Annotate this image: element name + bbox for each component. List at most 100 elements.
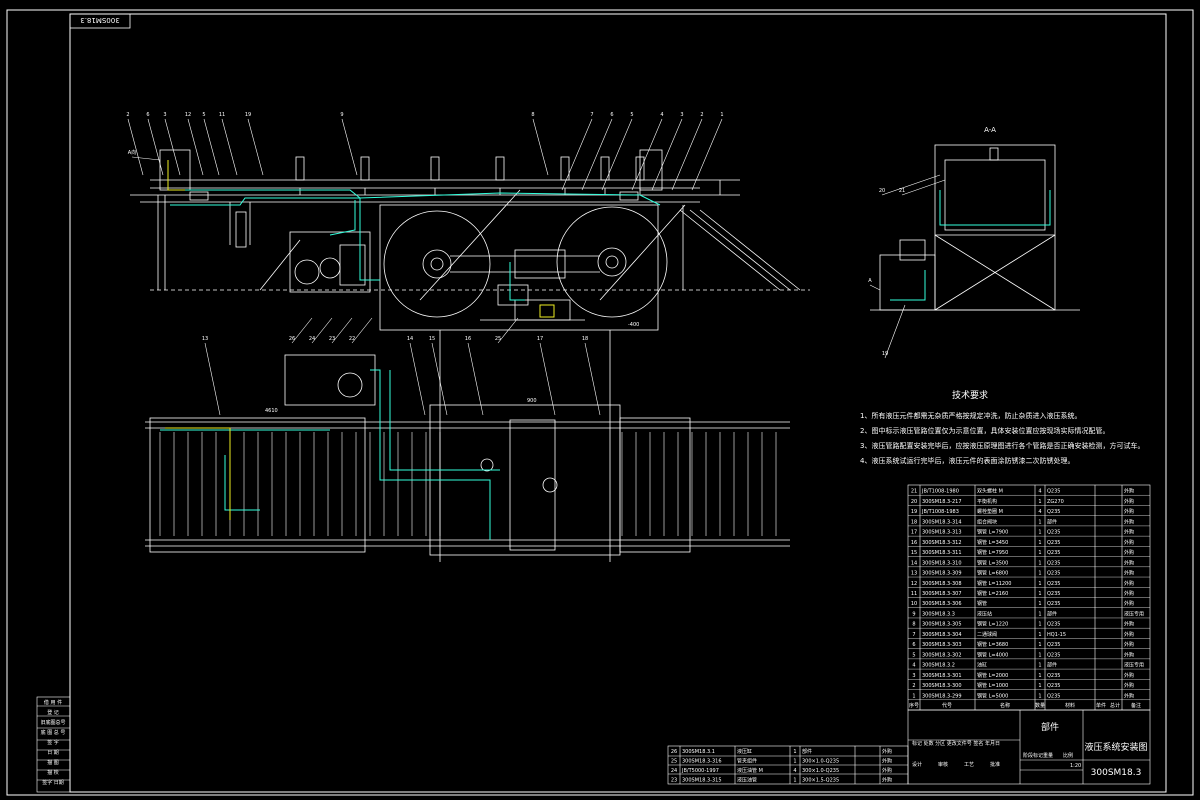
strip-label: 描 校	[47, 769, 59, 776]
balloon-side-21: 21	[899, 188, 905, 194]
lower-cell: JB/T5000-1997	[681, 768, 719, 774]
bom-cell: ZG270	[1047, 499, 1064, 505]
dim-left: 4610	[265, 408, 278, 414]
strip-label: 底 图 总 号	[41, 729, 66, 736]
role-label: 批准	[990, 761, 1000, 768]
lower-cell: 4	[793, 768, 796, 774]
bom-header-seq: 序号	[909, 702, 919, 709]
bom-cell: 1	[1038, 642, 1041, 648]
balloon-plan2-25: 25	[495, 336, 501, 342]
balloon-6: 6	[146, 112, 149, 118]
bom-cell: 20	[911, 499, 917, 505]
drawing-title: 液压系统安装图	[1084, 741, 1147, 753]
bom-cell: 外购	[1124, 580, 1134, 587]
bom-cell: 300SM18.3-300	[922, 683, 962, 689]
bom-cell: 1	[1038, 673, 1041, 679]
bom-cell: 组合阀块	[977, 518, 997, 525]
stage-label: 重量	[1043, 752, 1053, 759]
balloon-3: 3	[163, 112, 166, 118]
lower-cell: 300×1.0-Q235	[802, 768, 839, 774]
bom-cell: Q235	[1047, 489, 1060, 495]
bom-cell: Q235	[1047, 540, 1060, 546]
bom-cell: 钢管 L=1000	[977, 682, 1008, 689]
bom-cell: 外购	[1124, 641, 1134, 648]
lower-cell: 1	[793, 749, 796, 755]
cad-drawing: 300SM18.3 借 用 件登 记旧底图总号底 图 总 号签 字日 期描 图描…	[6, 9, 1194, 796]
bom-cell: 300SM18.3-301	[922, 673, 962, 679]
bom-cell: 1	[1038, 591, 1041, 597]
bom-cell: Q235	[1047, 693, 1060, 699]
strip-label: 签字 日期	[42, 779, 64, 786]
bom-cell: 300SM18.3-303	[922, 642, 962, 648]
bom-cell: JB/T1008-1980	[921, 489, 959, 495]
bom-cell: 5	[912, 652, 915, 658]
bom-cell: 300SM18.3-217	[922, 499, 962, 505]
bom-cell: 300SM18.3-314	[922, 519, 962, 525]
lower-cell: 26	[671, 749, 677, 755]
side-label-a-dir: A向	[128, 149, 136, 156]
drawing-no-rotated: 300SM18.3	[80, 16, 119, 24]
bom-cell: Q235	[1047, 683, 1060, 689]
notes-title: 技术要求	[952, 389, 988, 401]
role-label: 工艺	[964, 762, 974, 768]
bom-cell: 钢管 L=3500	[977, 559, 1008, 566]
bom-cell: 300SM18.3.3	[922, 611, 955, 617]
balloon-r-7: 7	[590, 112, 593, 118]
bom-cell: 油缸	[977, 662, 987, 669]
role-label: 审核	[938, 761, 948, 768]
section-label: A-A	[984, 126, 996, 134]
lower-cell: 23	[671, 778, 677, 784]
bom-cell: 1	[1038, 683, 1041, 689]
lower-cell: 1	[793, 759, 796, 765]
bom-cell: 300SM18.3-308	[922, 581, 962, 587]
bom-cell: 1	[1038, 560, 1041, 566]
bom-cell: 部件	[1047, 518, 1057, 525]
bom-cell: 18	[911, 519, 917, 525]
balloon-plan2-24: 24	[309, 336, 315, 342]
strip-label: 日 期	[47, 750, 59, 756]
bom-cell: 外购	[1124, 651, 1134, 658]
bom-cell: Q235	[1047, 601, 1060, 607]
bom-cell: 钢管 L=7900	[977, 529, 1008, 536]
bom-cell: 钢管 L=4000	[977, 651, 1008, 658]
bom-cell: 300SM18.3-305	[922, 622, 962, 628]
bom-cell: 12	[911, 581, 917, 587]
bom-cell: 300SM18.3-304	[922, 632, 962, 638]
bom-header-total_w: 总计	[1110, 702, 1120, 709]
lower-cell: 外购	[882, 777, 892, 784]
bom-cell: 1	[1038, 601, 1041, 607]
bom-cell: 19	[911, 509, 917, 515]
note-item: 4、液压系统试运行完毕后，液压元件的表面涂防锈漆二次防锈处理。	[860, 456, 1074, 465]
bom-cell: 钢管 L=3450	[977, 539, 1008, 546]
bom-cell: 7	[912, 632, 915, 638]
bom-cell: 1	[1038, 550, 1041, 556]
bom-cell: 300SM18.3-310	[922, 560, 962, 566]
bom-cell: 平衡机构	[977, 498, 997, 505]
plan-view	[145, 330, 790, 562]
bom-cell: 1	[1038, 571, 1041, 577]
dim-plan-top: 900	[527, 398, 537, 404]
lower-cell: 外购	[882, 758, 892, 765]
bom-cell: 1	[1038, 581, 1041, 587]
bom-cell: 1	[1038, 540, 1041, 546]
bom-cell: 钢管 L=11200	[977, 580, 1011, 587]
lower-cell: 24	[671, 768, 677, 774]
lower-cell: 管夹组件	[737, 758, 757, 765]
lower-cell: 外购	[882, 748, 892, 755]
bom-cell: 300SM18.3-312	[922, 540, 962, 546]
balloon-11: 11	[219, 112, 225, 118]
side-label-a: A	[868, 278, 872, 284]
bom-cell: 10	[911, 601, 917, 607]
bom-cell: 外购	[1124, 488, 1134, 495]
role-label: 设计	[912, 761, 922, 768]
lower-cell: 300×1.5-Q235	[802, 778, 839, 784]
leader-balloons: 2 6 3 12 5 11 19 9 8 7 6 5 4 3 2 113 14 15 16 17 1826 24 23 22 2…	[126, 112, 946, 416]
bom-cell: Q235	[1047, 560, 1060, 566]
balloon-8: 8	[531, 112, 534, 118]
bom-cell: Q235	[1047, 591, 1060, 597]
bom-cell: 9	[912, 611, 915, 617]
bom-cell: 部件	[1047, 610, 1057, 617]
bom-cell: 300SM18.3-299	[922, 693, 962, 699]
bom-cell: 部件	[1047, 662, 1057, 669]
drawing-number: 300SM18.3	[1091, 768, 1142, 778]
